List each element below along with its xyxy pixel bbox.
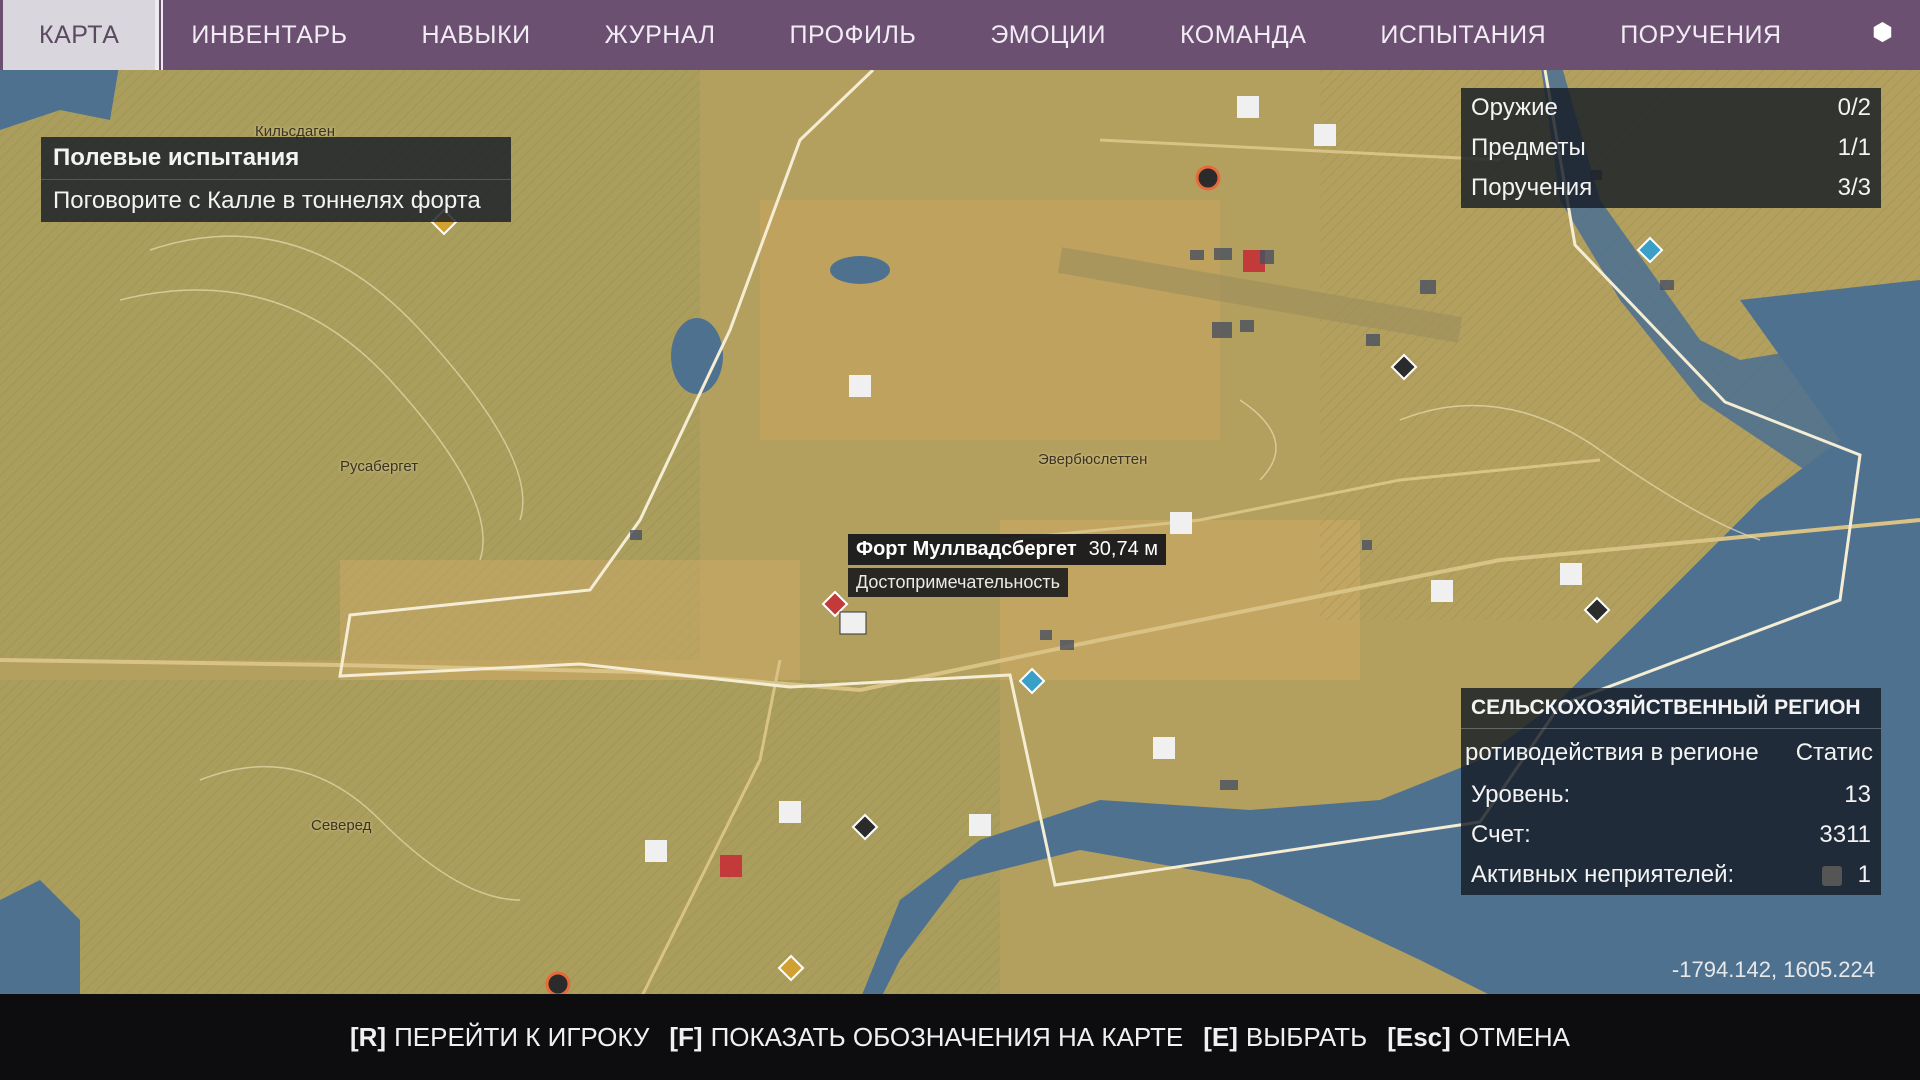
place-label: Северед — [311, 817, 372, 834]
map-marker[interactable] — [645, 840, 667, 862]
stat-value: 3/3 — [1837, 174, 1871, 201]
map-marker[interactable] — [1560, 563, 1582, 585]
hint-cancel[interactable]: [Esc] ОТМЕНА — [1387, 1022, 1570, 1053]
region-sub-right: Статис — [1795, 739, 1873, 766]
tab-profile[interactable]: ПРОФИЛЬ — [789, 21, 916, 50]
map-marker[interactable] — [1153, 737, 1175, 759]
hint-key: [E] — [1203, 1021, 1238, 1052]
tab-journal[interactable]: ЖУРНАЛ — [605, 21, 716, 50]
tab-skills[interactable]: НАВЫКИ — [422, 21, 531, 50]
region-score-row: Счет: 3311 — [1461, 815, 1881, 855]
tab-assignments[interactable]: ПОРУЧЕНИЯ — [1620, 21, 1781, 50]
stat-label: Оружие — [1471, 94, 1558, 121]
region-level-label: Уровень: — [1471, 781, 1571, 808]
map-marker[interactable] — [1237, 96, 1259, 118]
location-tooltip: Форт Муллвадсбергет 30,74 м — [848, 534, 1167, 565]
collectibles-panel: Оружие 0/2 Предметы 1/1 Поручения 3/3 — [1461, 88, 1881, 208]
place-label: Эвербюслеттен — [1038, 451, 1148, 468]
location-distance: 30,74 м — [1088, 538, 1159, 560]
map-marker[interactable] — [1195, 165, 1221, 191]
map-marker[interactable] — [1170, 512, 1192, 534]
region-subheader: ротиводействия в регионе Статис — [1461, 729, 1881, 775]
region-level-value: 13 — [1844, 781, 1871, 808]
region-score-value: 3311 — [1819, 821, 1871, 848]
hexagon-icon[interactable]: ⬢ — [1872, 20, 1898, 46]
tab-challenges[interactable]: ИСПЫТАНИЯ — [1380, 21, 1546, 50]
map-marker[interactable] — [1431, 580, 1453, 602]
map-marker[interactable] — [545, 971, 571, 997]
region-score-label: Счет: — [1471, 821, 1531, 848]
stat-value: 0/2 — [1837, 94, 1871, 121]
stat-label: Предметы — [1471, 134, 1586, 161]
tab-inventory[interactable]: ИНВЕНТАРЬ — [191, 21, 347, 50]
enemy-icon — [1821, 865, 1842, 886]
hint-select[interactable]: [E] ВЫБРАТЬ — [1203, 1022, 1367, 1053]
region-title: СЕЛЬСКОХОЗЯЙСТВЕННЫЙ РЕГИОН — [1461, 688, 1881, 729]
stat-value: 1/1 — [1837, 134, 1871, 161]
stat-row: Поручения 3/3 — [1461, 168, 1881, 208]
region-enemies-label: Активных неприятелей: — [1471, 861, 1735, 888]
place-label: Русабергет — [340, 458, 419, 475]
quest-panel: Полевые испытания Поговорите с Калле в т… — [41, 137, 511, 222]
quest-description: Поговорите с Калле в тоннелях форта — [53, 187, 481, 214]
hint-show-markers[interactable]: [F] ПОКАЗАТЬ ОБОЗНАЧЕНИЯ НА КАРТЕ — [669, 1022, 1183, 1053]
hint-label: ПЕРЕЙТИ К ИГРОКУ — [394, 1021, 650, 1052]
tab-team[interactable]: КОМАНДА — [1180, 21, 1306, 50]
hint-key: [R] — [349, 1021, 387, 1052]
top-nav: КАРТА ИНВЕНТАРЬ НАВЫКИ ЖУРНАЛ ПРОФИЛЬ ЭМ… — [0, 0, 1920, 70]
map-marker[interactable] — [720, 855, 742, 877]
hint-go-to-player[interactable]: [R] ПЕРЕЙТИ К ИГРОКУ — [350, 1022, 649, 1053]
hint-label: ОТМЕНА — [1458, 1021, 1570, 1052]
hint-label: ВЫБРАТЬ — [1245, 1021, 1368, 1052]
hint-key: [Esc] — [1387, 1021, 1451, 1052]
quest-title: Полевые испытания — [41, 137, 511, 180]
map-marker[interactable] — [1314, 124, 1336, 146]
tab-map[interactable]: КАРТА — [3, 0, 156, 70]
stat-row: Предметы 1/1 — [1461, 128, 1881, 168]
region-sub-left: ротиводействия в регионе — [1465, 739, 1759, 766]
stat-label: Поручения — [1471, 174, 1593, 201]
stat-row: Оружие 0/2 — [1461, 88, 1881, 128]
region-enemies-value: 1 — [1857, 861, 1871, 888]
location-name: Форт Муллвадсбергет — [856, 538, 1077, 560]
map-marker[interactable] — [849, 375, 871, 397]
tab-emotes[interactable]: ЭМОЦИИ — [990, 21, 1106, 50]
hint-key: [F] — [669, 1021, 703, 1052]
map-marker[interactable] — [779, 801, 801, 823]
region-panel: СЕЛЬСКОХОЗЯЙСТВЕННЫЙ РЕГИОН ротиводейств… — [1461, 688, 1881, 895]
location-type: Достопримечательность — [848, 568, 1068, 597]
coordinates-readout: -1794.142, 1605.224 — [1671, 957, 1875, 982]
hint-label: ПОКАЗАТЬ ОБОЗНАЧЕНИЯ НА КАРТЕ — [710, 1021, 1184, 1052]
hint-bar: [R] ПЕРЕЙТИ К ИГРОКУ [F] ПОКАЗАТЬ ОБОЗНАЧЕ… — [0, 994, 1920, 1080]
region-enemies-row: Активных неприятелей: 1 — [1461, 855, 1881, 895]
map-marker[interactable] — [969, 814, 991, 836]
region-level-row: Уровень: 13 — [1461, 775, 1881, 815]
